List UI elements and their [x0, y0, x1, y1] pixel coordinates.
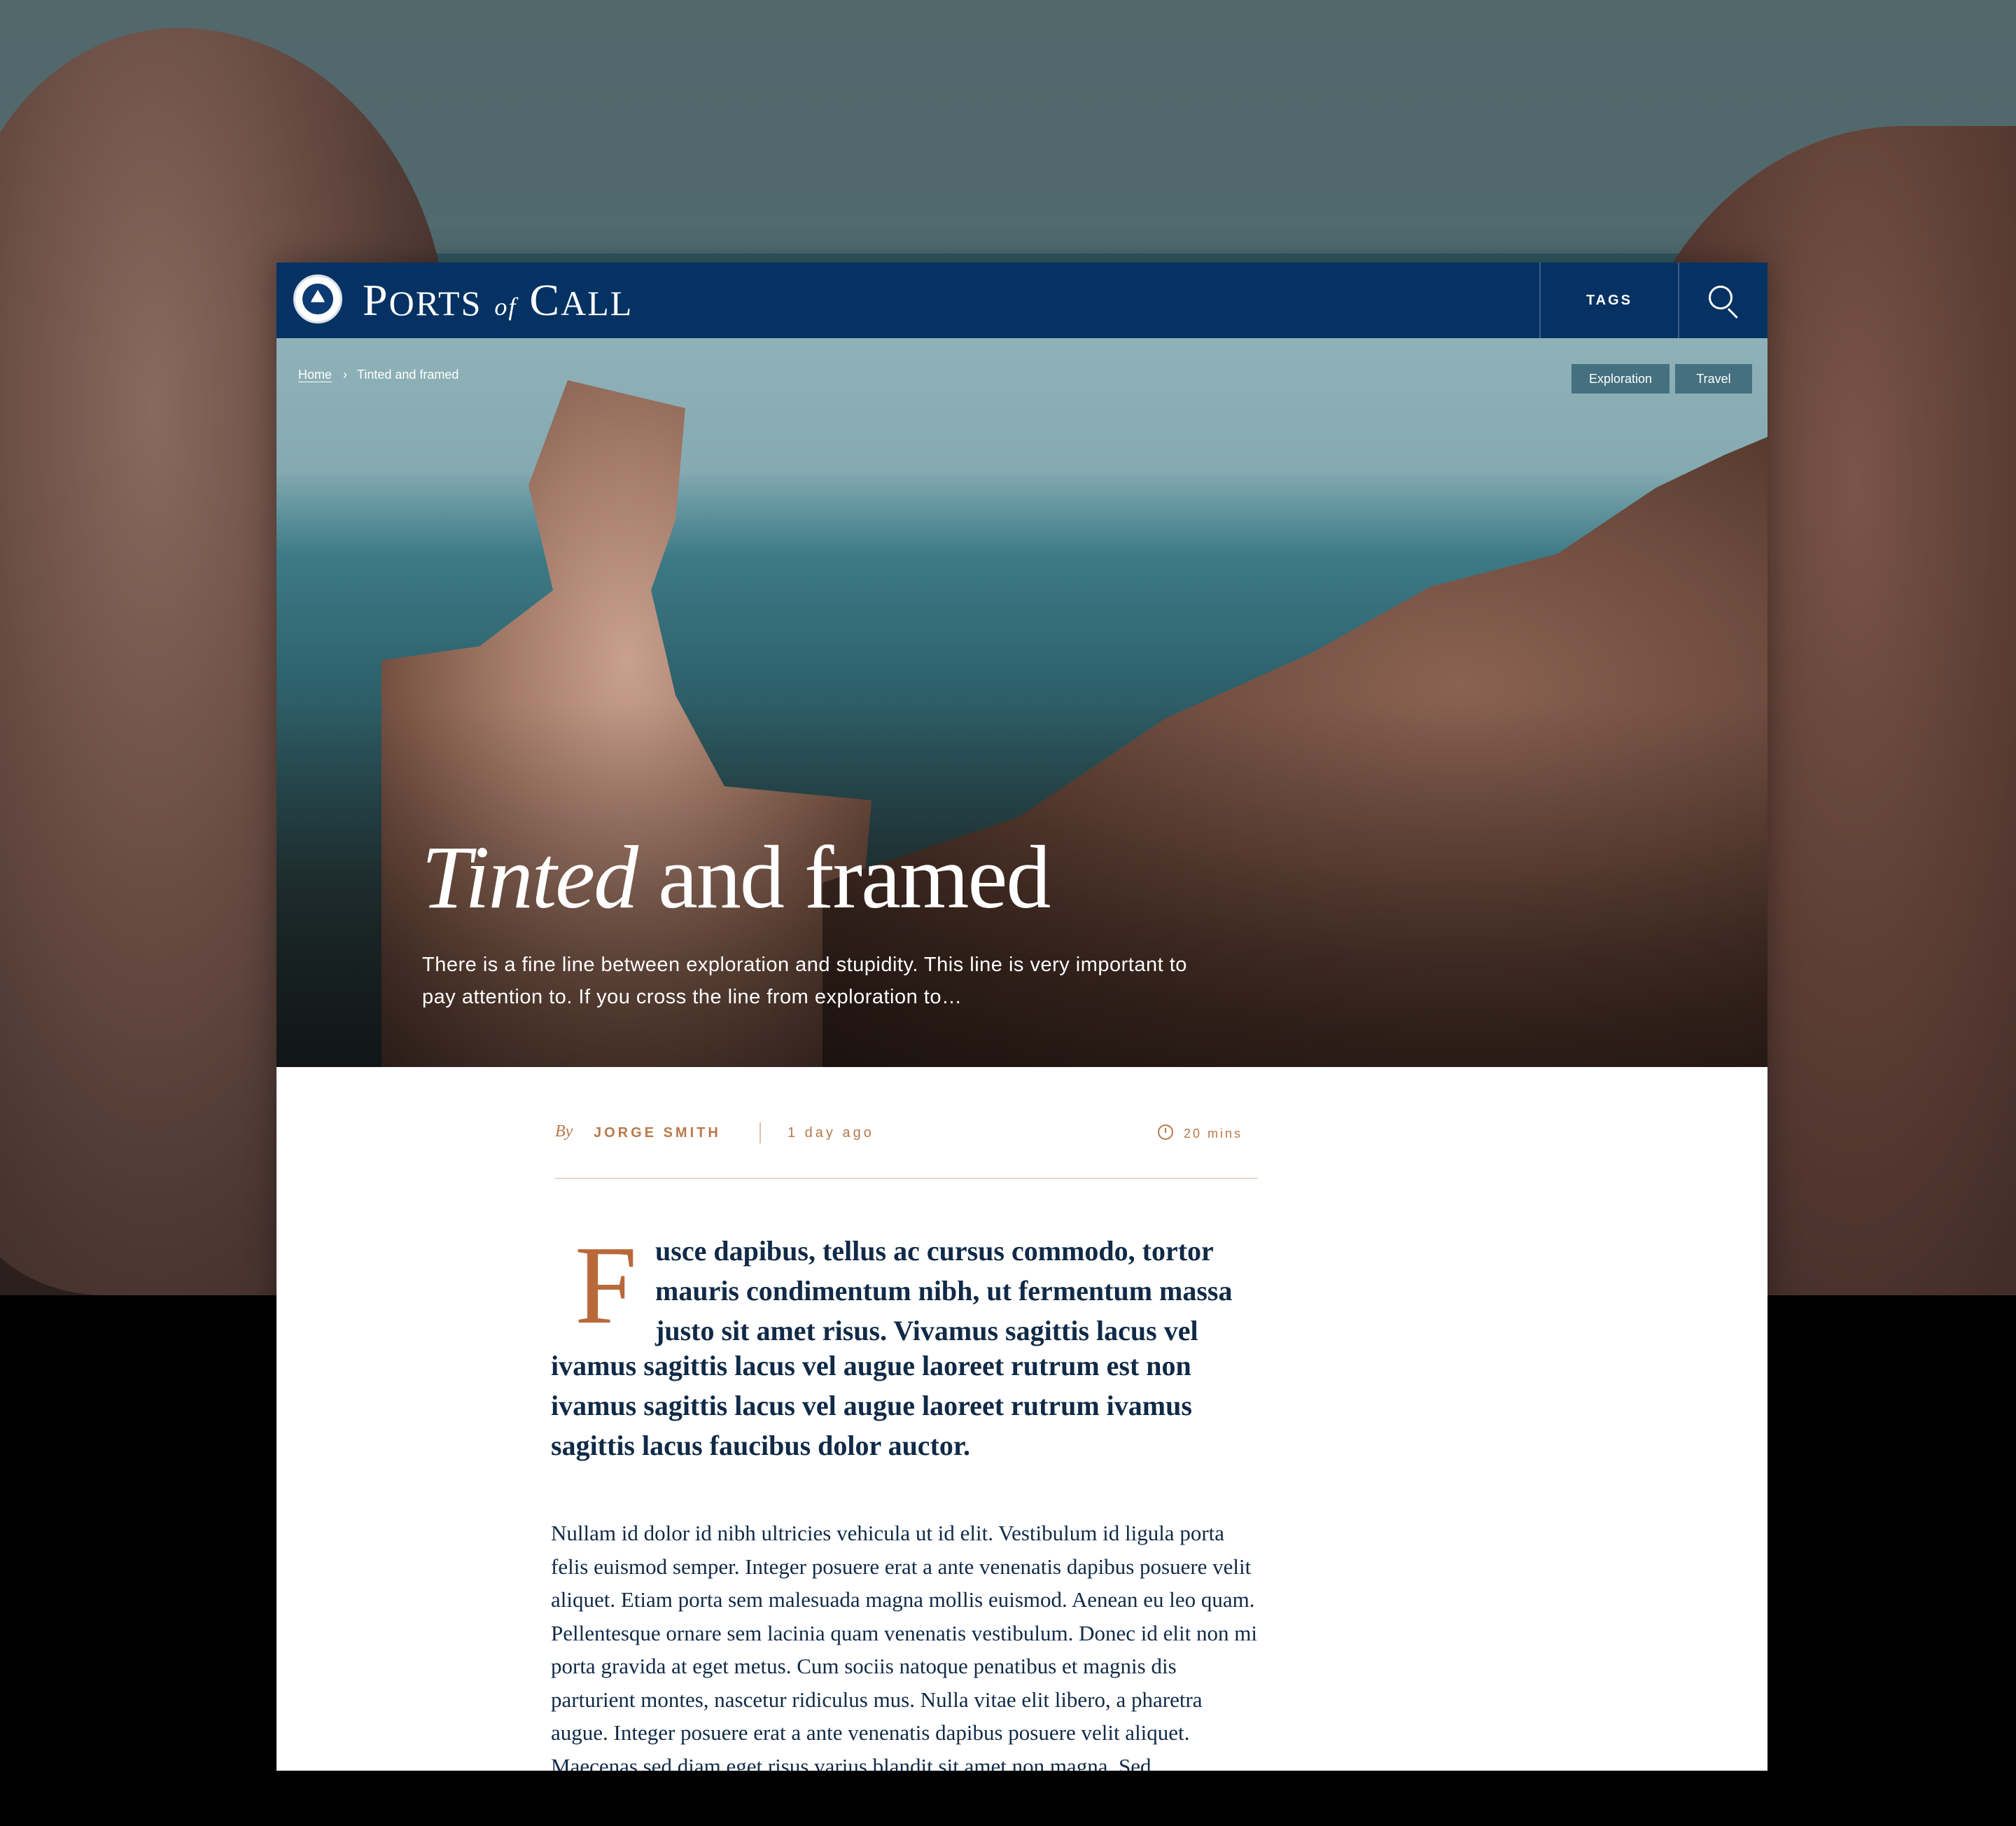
tag-exploration[interactable]: Exploration — [1572, 364, 1670, 393]
search-icon — [1709, 286, 1732, 309]
lead-paragraph-continued: ivamus sagittis lacus vel augue laoreet … — [551, 1350, 1192, 1461]
article-page: PORTS of CALL TAGS Home › Tinted and frame… — [276, 263, 1768, 1771]
clock-icon — [1158, 1124, 1173, 1140]
meta-divider — [760, 1122, 761, 1143]
title-italic: Tinted — [421, 828, 638, 927]
brand-of: of — [494, 293, 517, 321]
breadcrumb-home-link[interactable]: Home — [298, 368, 332, 382]
read-time: 20 mins — [1184, 1127, 1243, 1141]
top-navigation: PORTS of CALL TAGS — [276, 263, 1768, 338]
chevron-right-icon: › — [343, 368, 348, 382]
author-link[interactable]: JORGE SMITH — [594, 1125, 721, 1141]
tags-button[interactable]: TAGS — [1541, 263, 1678, 338]
meta-divider-line — [555, 1178, 1258, 1179]
tag-travel[interactable]: Travel — [1675, 364, 1752, 393]
logo-seal-icon[interactable] — [293, 274, 342, 323]
article-meta: By JORGE SMITH 1 day ago 20 mins — [555, 1122, 1258, 1160]
body-paragraph: Nullam id dolor id nibh ultricies vehicu… — [551, 1521, 1257, 1771]
site-title[interactable]: PORTS of CALL — [363, 275, 633, 332]
breadcrumb-current: Tinted and framed — [357, 368, 459, 382]
lead-paragraph: usce dapibus, tellus ac cursus commodo, … — [655, 1235, 1233, 1346]
search-button[interactable] — [1679, 263, 1768, 338]
brand-all: ALL — [561, 284, 634, 323]
breadcrumb: Home › Tinted and framed — [298, 368, 458, 382]
title-rest: and framed — [637, 828, 1051, 927]
hero-image: Home › Tinted and framed Exploration Trave… — [276, 338, 1768, 1067]
brand-c: C — [529, 275, 561, 325]
brand-orts: ORTS — [388, 284, 482, 323]
brand-p: P — [363, 275, 389, 325]
article-subtitle: There is a fine line between exploration… — [422, 954, 1187, 1008]
article-title: Tinted and framed — [421, 828, 1051, 927]
drop-cap: F — [575, 1222, 637, 1347]
by-label: By — [555, 1122, 573, 1141]
post-date: 1 day ago — [788, 1125, 874, 1141]
search-icon-handle — [1727, 308, 1738, 319]
